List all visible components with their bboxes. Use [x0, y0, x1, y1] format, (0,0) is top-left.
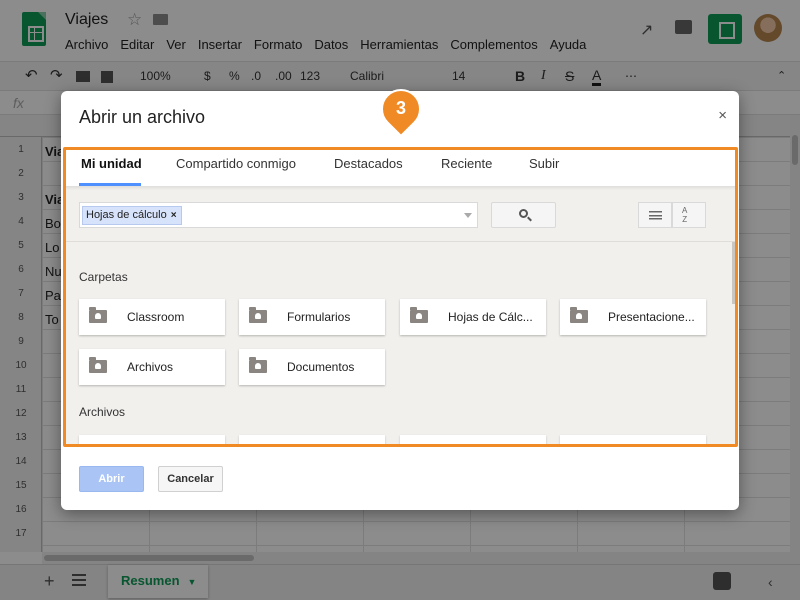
folder-archivos[interactable]: Archivos — [79, 349, 225, 385]
sort-button[interactable]: AZ — [672, 202, 706, 228]
file-card[interactable] — [79, 435, 225, 446]
tab-destacados[interactable]: Destacados — [334, 156, 403, 171]
filter-chip[interactable]: Hojas de cálculo × — [82, 206, 182, 225]
folder-presentaciones[interactable]: Presentacione... — [560, 299, 706, 335]
files-heading: Archivos — [79, 405, 126, 419]
folder-classroom[interactable]: Classroom — [79, 299, 225, 335]
search-icon — [519, 209, 528, 218]
folder-label: Presentacione... — [608, 310, 695, 324]
folder-formularios[interactable]: Formularios — [239, 299, 385, 335]
scrollbar-thumb[interactable] — [732, 242, 735, 304]
folder-documentos[interactable]: Documentos — [239, 349, 385, 385]
folder-label: Hojas de Cálc... — [448, 310, 533, 324]
tab-mi-unidad[interactable]: Mi unidad — [81, 156, 142, 171]
list-view-icon — [649, 211, 662, 220]
shared-folder-icon — [249, 357, 267, 373]
shared-folder-icon — [570, 307, 588, 323]
file-card[interactable] — [400, 435, 546, 446]
folder-label: Archivos — [127, 360, 174, 374]
sort-az-icon: AZ — [682, 206, 688, 224]
list-view-button[interactable] — [638, 202, 672, 228]
open-button[interactable]: Abrir — [79, 466, 144, 492]
remove-filter-icon[interactable]: × — [171, 210, 177, 221]
chevron-down-icon[interactable] — [464, 213, 472, 218]
dialog-title: Abrir un archivo — [79, 107, 206, 127]
search-button[interactable] — [491, 202, 556, 228]
open-file-dialog: Abrir un archivo × Mi unidad Compartido … — [61, 91, 739, 510]
picker-tabs: Mi unidad Compartido conmigo Destacados … — [63, 148, 738, 186]
folder-label: Formularios — [287, 310, 351, 324]
shared-folder-icon — [89, 357, 107, 373]
shared-folder-icon — [89, 307, 107, 323]
cancel-button[interactable]: Cancelar — [158, 466, 223, 492]
folder-hojas-de-calculo[interactable]: Hojas de Cálc... — [400, 299, 546, 335]
picker-content[interactable]: Carpetas Classroom Formularios Hojas de … — [63, 242, 738, 446]
filter-chip-label: Hojas de cálculo — [86, 209, 167, 221]
search-row: Hojas de cálculo × AZ — [63, 186, 738, 242]
folders-heading: Carpetas — [79, 270, 128, 284]
folder-label: Classroom — [127, 310, 185, 324]
shared-folder-icon — [410, 307, 428, 323]
file-card[interactable] — [239, 435, 385, 446]
file-card[interactable] — [560, 435, 706, 446]
step-number: 3 — [395, 98, 406, 118]
search-input[interactable]: Hojas de cálculo × — [79, 202, 478, 228]
tab-compartido-conmigo[interactable]: Compartido conmigo — [176, 156, 296, 171]
tab-reciente[interactable]: Reciente — [441, 156, 492, 171]
file-picker: Mi unidad Compartido conmigo Destacados … — [63, 148, 738, 446]
close-icon[interactable]: × — [718, 107, 727, 124]
shared-folder-icon — [249, 307, 267, 323]
folder-label: Documentos — [287, 360, 355, 374]
tab-subir[interactable]: Subir — [529, 156, 559, 171]
